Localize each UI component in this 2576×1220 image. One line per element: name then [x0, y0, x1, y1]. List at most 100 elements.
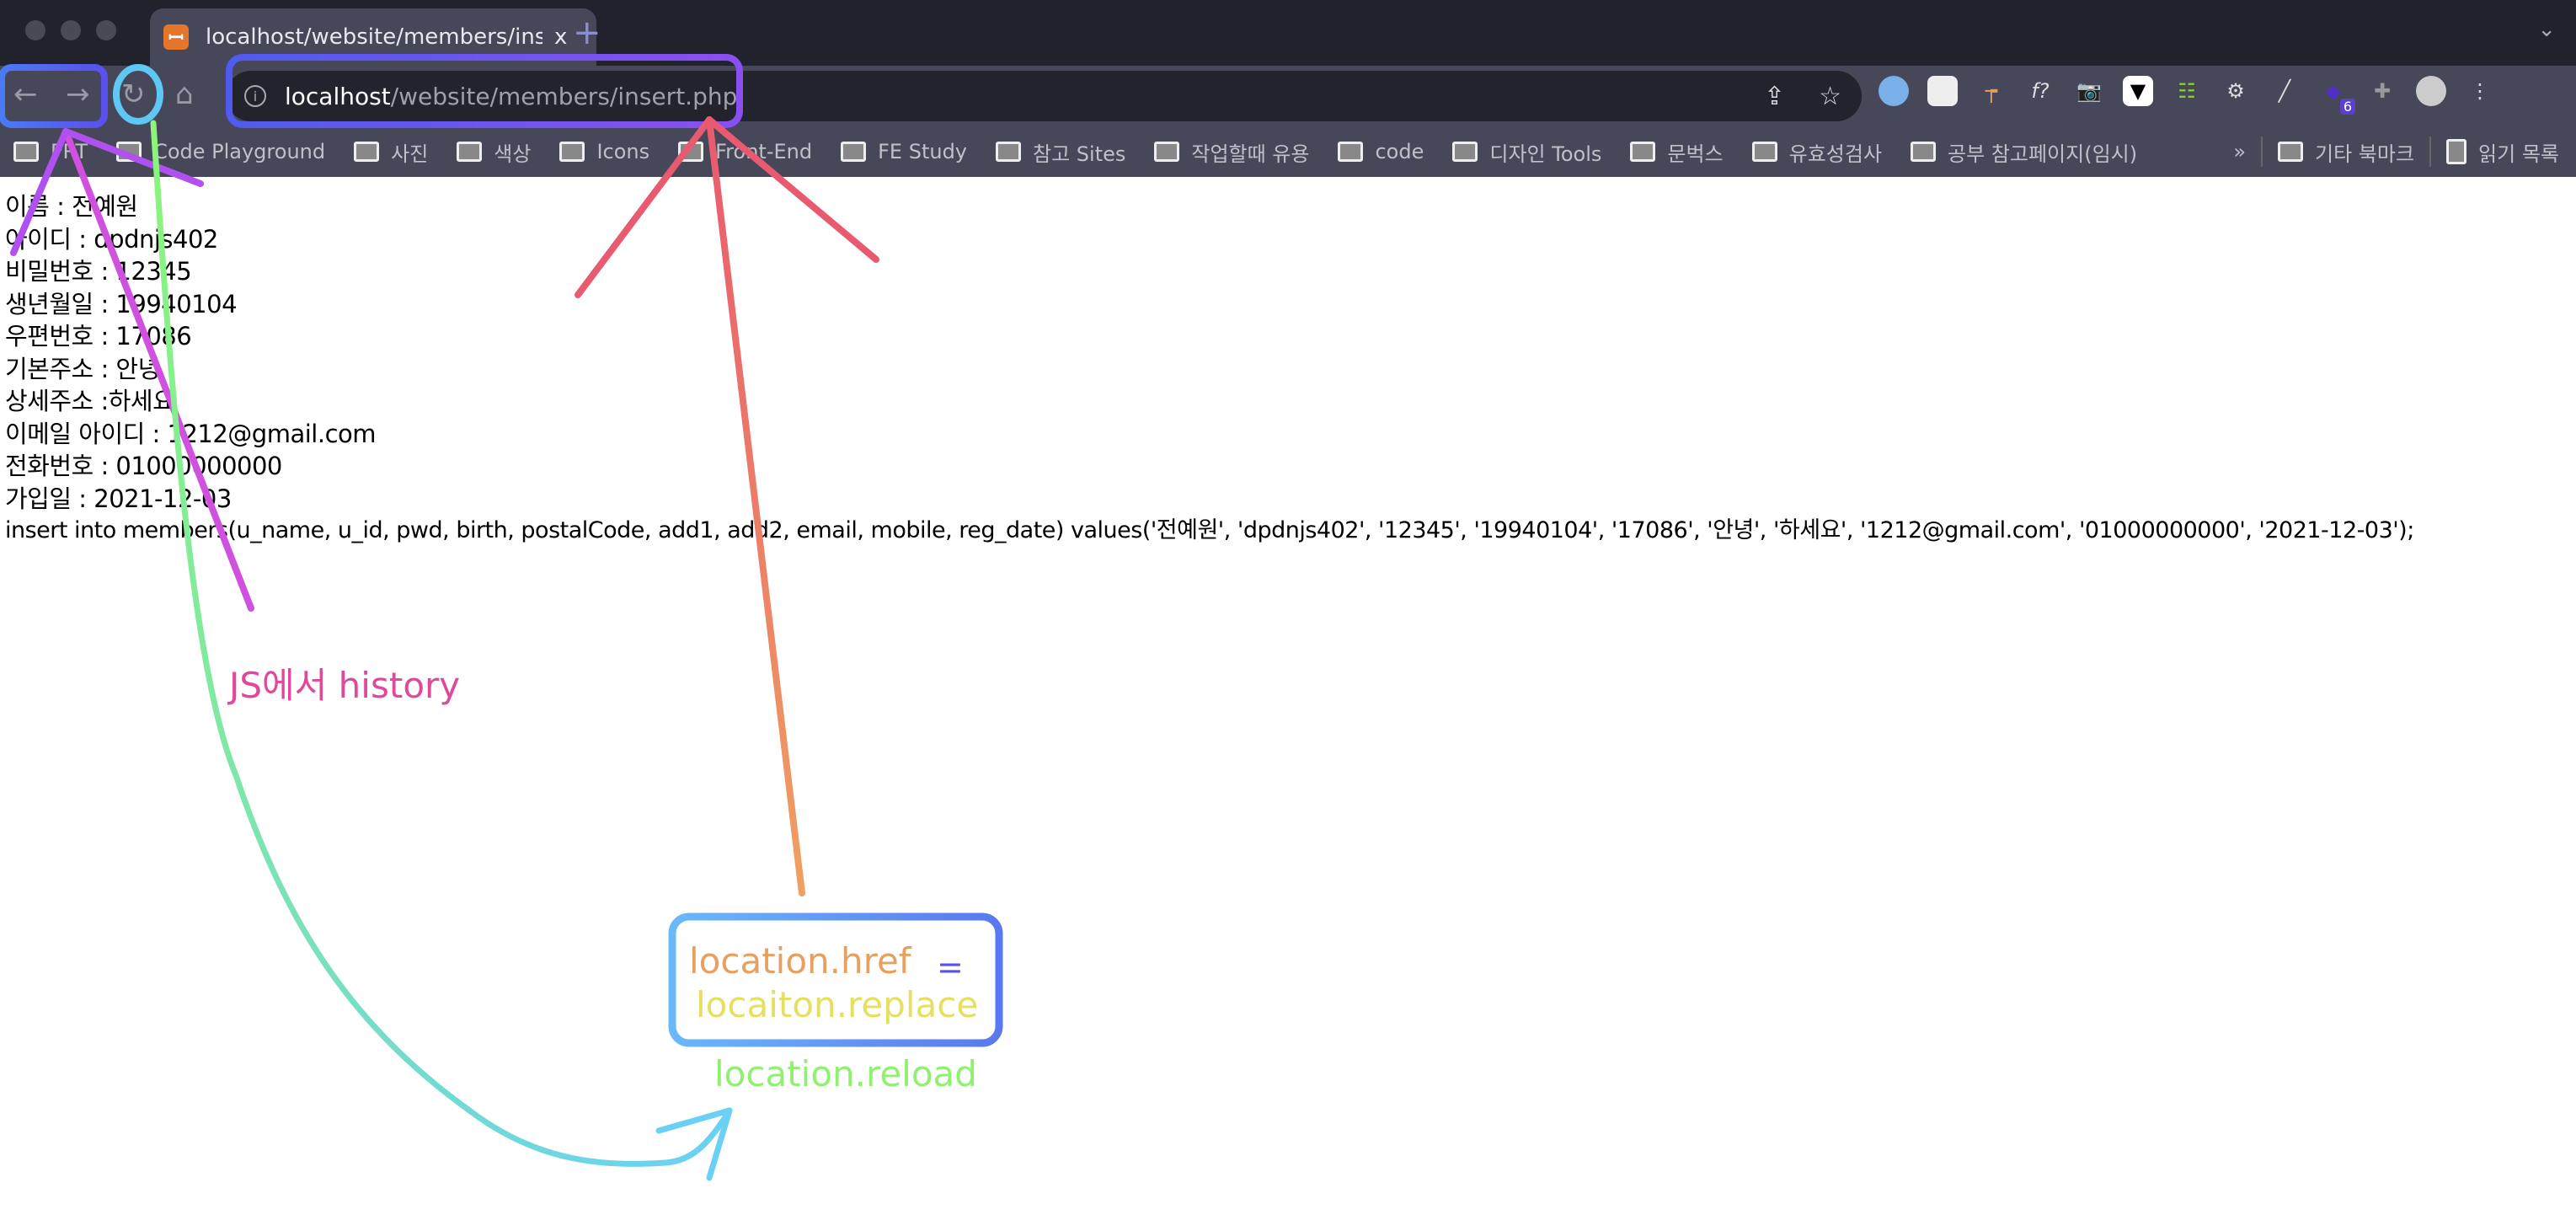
- other-bookmarks[interactable]: 기타 북마크: [2278, 137, 2414, 167]
- new-tab-button[interactable]: +: [573, 13, 601, 52]
- puzzle-icon[interactable]: ✚: [2367, 76, 2397, 106]
- folder-icon: [1911, 142, 1937, 162]
- reading-list[interactable]: 읽기 목록: [2446, 137, 2559, 167]
- reading-list-label: 읽기 목록: [2478, 142, 2559, 166]
- back-button[interactable]: ←: [13, 78, 38, 111]
- folder-icon: [559, 142, 585, 162]
- tab-search-chevron-icon[interactable]: ⌄: [2537, 17, 2556, 42]
- folder-icon: [2278, 142, 2304, 162]
- member-email: 이메일 아이디 : 1212@gmail.com: [5, 419, 377, 448]
- bookmark-label: Icons: [596, 140, 650, 163]
- bookmark-label: PRT: [51, 140, 88, 163]
- reading-list-icon: [2446, 139, 2467, 164]
- camera-icon[interactable]: 📷: [2074, 76, 2104, 106]
- extension-icon[interactable]: ╱: [2269, 76, 2300, 106]
- divider: [2261, 136, 2263, 167]
- bookmark-folder[interactable]: FE Study: [841, 140, 967, 163]
- bookmark-label: 참고 Sites: [1033, 142, 1126, 166]
- reload-annotation: location.reload: [714, 1053, 977, 1094]
- window-close-button[interactable]: [25, 20, 45, 40]
- bookmark-label: code: [1375, 140, 1424, 163]
- address-bar[interactable]: i localhost /website/members/insert.php …: [226, 71, 1862, 121]
- folder-icon: [996, 142, 1021, 162]
- window-minimize-button[interactable]: [61, 20, 81, 40]
- bookmark-folder[interactable]: 유효성검사: [1751, 137, 1883, 167]
- tab-title: localhost/website/members/insert.php: [206, 24, 542, 50]
- extension-icon[interactable]: ☷: [2172, 76, 2202, 106]
- bookmark-folder[interactable]: 색상: [457, 137, 531, 167]
- share-icon[interactable]: ⇪: [1764, 82, 1785, 111]
- extension-icon[interactable]: ◆ 6: [2318, 76, 2355, 115]
- bookmark-folder[interactable]: 디자인 Tools: [1452, 137, 1601, 167]
- bookmarks-bar: PRT Code Playground 사진 색상 Icons Front-En…: [0, 126, 2576, 177]
- bookmark-label: 사진: [391, 142, 429, 166]
- replace-annotation: locaiton.replace: [696, 984, 979, 1025]
- folder-icon: [13, 142, 39, 162]
- folder-icon: [678, 142, 704, 162]
- bookmark-label: 색상: [494, 142, 532, 166]
- tab-active[interactable]: ꟷ localhost/website/members/insert.php x: [150, 8, 596, 66]
- folder-icon: [457, 142, 483, 162]
- bookmark-label: 유효성검사: [1788, 142, 1883, 166]
- extension-icon[interactable]: ┮: [1976, 76, 2007, 106]
- href-annotation: location.href: [689, 940, 911, 982]
- folder-icon: [1630, 142, 1656, 162]
- bookmark-label: 작업할때 유용: [1191, 142, 1310, 166]
- history-annotation: JS에서 history: [229, 665, 461, 706]
- url-host: localhost: [285, 82, 391, 110]
- annotation-overlay: [0, 54, 1003, 1181]
- tab-bar: ꟷ localhost/website/members/insert.php x…: [0, 0, 2576, 66]
- forward-button[interactable]: →: [66, 78, 90, 111]
- bookmark-label: 기타 북마크: [2315, 142, 2415, 166]
- bookmark-folder[interactable]: 문벅스: [1630, 137, 1724, 167]
- extensions-area: ┮ f? 📷 ▼ ☷ ⚙ ╱ ◆ 6 ✚ ⋮: [1879, 76, 2495, 115]
- extension-icon[interactable]: [1879, 76, 1909, 106]
- menu-icon[interactable]: ⋮: [2465, 76, 2495, 106]
- member-reg-date: 가입일 : 2021-12-03: [5, 484, 232, 513]
- extension-icon[interactable]: ▼: [2123, 76, 2153, 106]
- gear-icon[interactable]: ⚙: [2221, 76, 2251, 106]
- info-icon[interactable]: i: [244, 85, 266, 107]
- bookmark-star-icon[interactable]: ☆: [1819, 82, 1841, 111]
- bookmark-label: 공부 참고페이지(임시): [1948, 142, 2138, 166]
- member-mobile: 전화번호 : 01000000000: [5, 452, 282, 480]
- toolbar: ← → ↻ ⌂ i localhost /website/members/ins…: [0, 66, 2576, 126]
- extension-icon[interactable]: f?: [2025, 76, 2055, 106]
- folder-icon: [354, 142, 380, 162]
- extension-icon[interactable]: [1927, 76, 1958, 106]
- bookmark-label: Code Playground: [153, 140, 326, 163]
- window-zoom-button[interactable]: [96, 20, 116, 40]
- page-content: 이름 : 전예원 아이디 : dpdnjs402 비밀번호 : 12345 생년…: [5, 190, 2414, 548]
- reload-button[interactable]: ↻: [121, 78, 146, 111]
- member-name: 이름 : 전예원: [5, 192, 138, 221]
- member-birth: 생년월일 : 19940104: [5, 289, 238, 318]
- folder-icon: [1452, 142, 1478, 162]
- member-id: 아이디 : dpdnjs402: [5, 224, 218, 254]
- avatar[interactable]: [2416, 76, 2446, 106]
- bookmark-folder[interactable]: Front-End: [678, 140, 812, 163]
- equals-annotation: =: [937, 949, 964, 986]
- bookmark-folder[interactable]: Code Playground: [116, 140, 325, 163]
- bookmark-folder[interactable]: PRT: [13, 140, 88, 163]
- divider: [2429, 136, 2432, 167]
- bookmarks-overflow-button[interactable]: »: [2233, 140, 2246, 163]
- sql-query: insert into members(u_name, u_id, pwd, b…: [5, 517, 2414, 543]
- xampp-favicon-icon: ꟷ: [163, 24, 189, 50]
- bookmark-folder[interactable]: code: [1338, 140, 1424, 163]
- bookmark-label: FE Study: [878, 140, 967, 163]
- bookmark-label: Front-End: [715, 140, 813, 163]
- url-path: /website/members/insert.php: [390, 82, 738, 110]
- bookmark-folder[interactable]: Icons: [559, 140, 649, 163]
- folder-icon: [1751, 142, 1777, 162]
- tab-close-button[interactable]: x: [554, 24, 567, 50]
- extension-badge: 6: [2339, 99, 2355, 115]
- member-password: 비밀번호 : 12345: [5, 257, 192, 286]
- bookmark-folder[interactable]: 공부 참고페이지(임시): [1911, 137, 2137, 167]
- member-postal-code: 우편번호 : 17086: [5, 322, 192, 350]
- folder-icon: [116, 142, 142, 162]
- member-address2: 상세주소 :하세요: [5, 387, 175, 415]
- bookmark-folder[interactable]: 사진: [354, 137, 428, 167]
- bookmark-folder[interactable]: 작업할때 유용: [1154, 137, 1309, 167]
- bookmark-folder[interactable]: 참고 Sites: [996, 137, 1125, 167]
- home-button[interactable]: ⌂: [175, 78, 194, 111]
